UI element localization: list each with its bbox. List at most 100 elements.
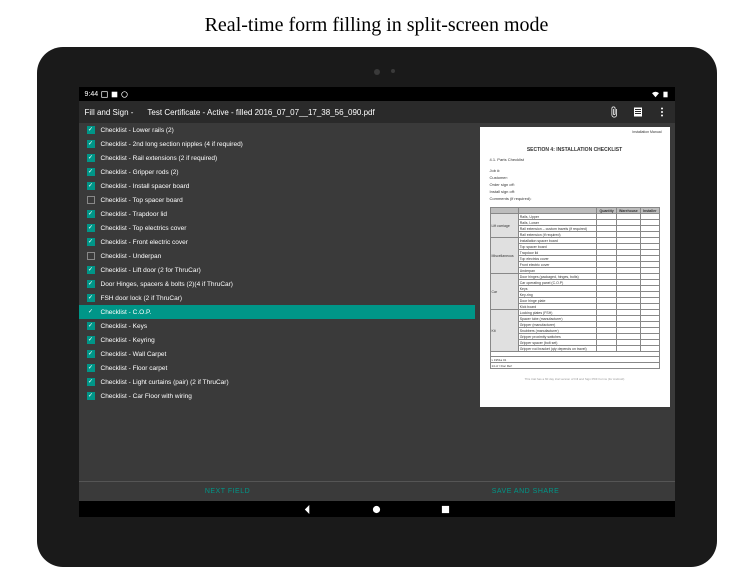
checkbox[interactable] [87,364,95,372]
checkbox[interactable] [87,126,95,134]
checkbox[interactable] [87,378,95,386]
checkbox[interactable] [87,196,95,204]
doc-field-label: Install sign off: [490,189,660,194]
checkbox[interactable] [87,336,95,344]
list-item[interactable]: Checklist - Wall Carpet [79,347,475,361]
tablet-camera [374,69,380,75]
notification-icon [101,91,108,98]
status-time: 9:44 [85,91,99,98]
checkbox[interactable] [87,252,95,260]
checkbox[interactable] [87,280,95,288]
checklist-item-label: Checklist - Lower rails (2) [101,127,174,134]
list-item[interactable]: FSH door lock (2 if ThruCar) [79,291,475,305]
checkbox[interactable] [87,392,95,400]
checklist-item-label: Checklist - Underpan [101,253,162,260]
attachment-icon[interactable] [607,105,621,119]
doc-footnote: This trial has a 60 day trial version of… [490,377,660,381]
checklist-item-label: Checklist - Trapdoor lid [101,211,167,218]
checkbox[interactable] [87,168,95,176]
list-item[interactable]: Checklist - Keys [79,319,475,333]
checkbox[interactable] [87,308,95,316]
doc-checklist-table: QuantityWarehouseInstallerLift carriageR… [490,207,660,369]
checklist-item-label: Checklist - Top spacer board [101,197,183,204]
checklist-item-label: Checklist - 2nd long section nipples (4 … [101,141,243,148]
checklist-item-label: FSH door lock (2 if ThruCar) [101,295,183,302]
list-item[interactable]: Checklist - Install spacer board [79,179,475,193]
overflow-menu-icon[interactable] [655,105,669,119]
app-name: Fill and Sign - [85,108,134,117]
split-content: Checklist - Lower rails (2) Checklist - 2… [79,123,675,481]
list-item[interactable]: Checklist - Lift door (2 for ThruCar) [79,263,475,277]
checkbox[interactable] [87,322,95,330]
checklist-item-label: Checklist - Lift door (2 for ThruCar) [101,267,201,274]
checklist-item-label: Checklist - Wall Carpet [101,351,167,358]
doc-header-fields: Job #: Customer: Order sign off: Install si… [490,168,660,201]
doc-field-label: Comments (if required): [490,196,660,201]
document-title: Test Certificate - Active - filled 2016_… [147,108,374,117]
android-statusbar: 9:44 [79,87,675,101]
pdf-page: Installation Manual SECTION 4: INSTALLAT… [480,127,670,407]
nav-home-icon[interactable] [372,505,381,514]
doc-corner-label: Installation Manual [632,130,661,134]
bottom-action-bar: NEXT FIELD SAVE AND SHARE [79,481,675,501]
list-item[interactable]: Checklist - Top electrics cover [79,221,475,235]
list-item[interactable]: Checklist - Rail extensions (2 if requir… [79,151,475,165]
checklist-item-label: Checklist - Floor carpet [101,365,168,372]
checkbox[interactable] [87,238,95,246]
list-item[interactable]: Checklist - Underpan [79,249,475,263]
checkbox[interactable] [87,154,95,162]
checklist-item-label: Checklist - Front electric cover [101,239,188,246]
list-item[interactable]: Checklist - 2nd long section nipples (4 … [79,137,475,151]
battery-icon [662,91,669,98]
checkbox[interactable] [87,210,95,218]
doc-section-title: SECTION 4: INSTALLATION CHECKLIST [490,147,660,153]
list-item[interactable]: Checklist - Gripper rods (2) [79,165,475,179]
checklist-pane[interactable]: Checklist - Lower rails (2) Checklist - 2… [79,123,475,481]
checkbox[interactable] [87,350,95,358]
tablet-screen: 9:44 Fill and Sign - Test Certificate - … [79,87,675,517]
caption-text: Real-time form filling in split-screen m… [205,0,549,47]
list-item[interactable]: Checklist - Floor carpet [79,361,475,375]
checklist-item-label: Checklist - Install spacer board [101,183,190,190]
checklist-item-label: Checklist - Keys [101,323,148,330]
checklist-item-label: Door Hinges, spacers & bolts (2)(4 if Th… [101,281,233,288]
tablet-frame: 9:44 Fill and Sign - Test Certificate - … [37,47,717,567]
nav-recent-icon[interactable] [441,505,450,514]
list-item[interactable]: Checklist - Keyring [79,333,475,347]
notification-icon [111,91,118,98]
doc-field-label: Job #: [490,168,660,173]
checklist-item-label: Checklist - Keyring [101,337,155,344]
list-item[interactable]: Door Hinges, spacers & bolts (2)(4 if Th… [79,277,475,291]
list-item[interactable]: Checklist - Lower rails (2) [79,123,475,137]
document-preview-pane[interactable]: Installation Manual SECTION 4: INSTALLAT… [475,123,675,481]
list-item[interactable]: Checklist - Light curtains (pair) (2 if … [79,375,475,389]
list-item[interactable]: Checklist - C.O.P. [79,305,475,319]
checklist-item-label: Checklist - Car Floor with wiring [101,393,192,400]
page-view-icon[interactable] [631,105,645,119]
checklist-item-label: Checklist - C.O.P. [101,309,152,316]
checklist-item-label: Checklist - Gripper rods (2) [101,169,179,176]
checklist-item-label: Checklist - Rail extensions (2 if requir… [101,155,218,162]
doc-field-label: Customer: [490,175,660,180]
app-titlebar: Fill and Sign - Test Certificate - Activ… [79,101,675,123]
notification-icon [121,91,128,98]
list-item[interactable]: Checklist - Front electric cover [79,235,475,249]
list-item[interactable]: Checklist - Car Floor with wiring [79,389,475,403]
nav-back-icon[interactable] [303,505,312,514]
checklist-item-label: Checklist - Light curtains (pair) (2 if … [101,379,229,386]
save-share-button[interactable]: SAVE AND SHARE [377,482,675,501]
next-field-button[interactable]: NEXT FIELD [79,482,377,501]
checkbox[interactable] [87,182,95,190]
checkbox[interactable] [87,266,95,274]
wifi-icon [652,91,659,98]
list-item[interactable]: Checklist - Trapdoor lid [79,207,475,221]
checklist-item-label: Checklist - Top electrics cover [101,225,187,232]
tablet-sensor [391,69,395,73]
list-item[interactable]: Checklist - Top spacer board [79,193,475,207]
checkbox[interactable] [87,294,95,302]
doc-subsection-title: 4.1. Parts Checklist [490,157,660,162]
doc-field-label: Order sign off: [490,182,660,187]
checkbox[interactable] [87,140,95,148]
android-navbar [79,501,675,517]
checkbox[interactable] [87,224,95,232]
